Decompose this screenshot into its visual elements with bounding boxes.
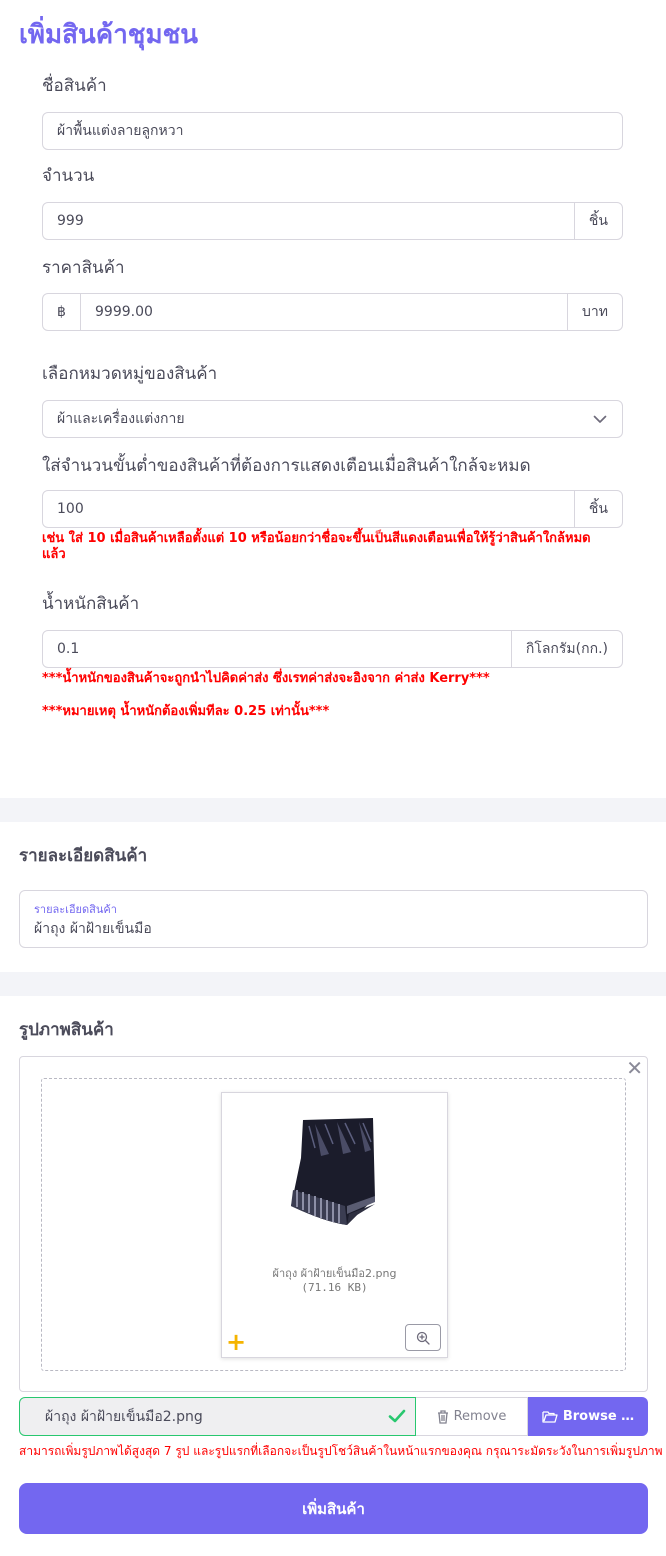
close-icon[interactable]: ✕ bbox=[626, 1057, 643, 1079]
plus-icon[interactable]: + bbox=[226, 1329, 246, 1355]
details-panel: รายละเอียดสินค้า รายละเอียดสินค้า ผ้าถุง… bbox=[0, 822, 666, 972]
check-icon bbox=[388, 1409, 406, 1423]
min-stock-input[interactable]: 100 ชิ้น bbox=[42, 490, 623, 528]
images-section-title: รูปภาพสินค้า bbox=[19, 1020, 114, 1040]
selected-file-field[interactable]: ผ้าถุง ผ้าฝ้ายเข็นมือ2.png bbox=[19, 1397, 416, 1436]
zoom-in-icon[interactable] bbox=[405, 1324, 441, 1351]
product-name-value: ผ้าพื้นแต่งลายลูกหวา bbox=[57, 123, 184, 139]
min-stock-label: ใส่จำนวนขั้นต่ำของสินค้าที่ต้องการแสดงเต… bbox=[42, 456, 531, 476]
remove-button[interactable]: Remove bbox=[416, 1397, 528, 1436]
browse-label: Browse … bbox=[562, 1409, 635, 1424]
price-value: 9999.00 bbox=[95, 304, 153, 320]
remove-label: Remove bbox=[453, 1409, 507, 1424]
add-product-label: เพิ่มสินค้า bbox=[302, 1499, 365, 1518]
min-stock-hint-line2: แล้ว bbox=[42, 547, 66, 562]
preview-filesize: (71.16 KB) bbox=[301, 1281, 368, 1294]
weight-label: น้ำหนักสินค้า bbox=[42, 594, 140, 614]
add-product-button[interactable]: เพิ่มสินค้า bbox=[19, 1483, 648, 1534]
chevron-down-icon bbox=[578, 401, 622, 437]
file-input-row: ผ้าถุง ผ้าฝ้ายเข็นมือ2.png Remove Browse… bbox=[19, 1397, 648, 1436]
quantity-label: จำนวน bbox=[42, 166, 95, 186]
image-dropzone[interactable]: ✕ ผ้าถุง ผ้าฝ้ายเข็นมือ2.png (71.16 KB) … bbox=[19, 1056, 648, 1392]
category-selected: ผ้าและเครื่องแต่งกาย bbox=[57, 411, 185, 427]
weight-note-2: ***หมายเหตุ น้ำหนักต้องเพิ่มทีละ 0.25 เท… bbox=[42, 704, 330, 719]
details-section-title: รายละเอียดสินค้า bbox=[19, 846, 148, 866]
price-input[interactable]: ฿ 9999.00 บาท bbox=[42, 293, 623, 331]
quantity-unit: ชิ้น bbox=[573, 203, 622, 239]
product-name-input[interactable]: ผ้าพื้นแต่งลายลูกหวา bbox=[42, 112, 623, 150]
quantity-input[interactable]: 999 ชิ้น bbox=[42, 202, 623, 240]
browse-button[interactable]: Browse … bbox=[528, 1397, 648, 1436]
min-stock-value: 100 bbox=[57, 501, 84, 517]
category-label: เลือกหมวดหมู่ของสินค้า bbox=[42, 364, 218, 384]
preview-filename: ผ้าถุง ผ้าฝ้ายเข็นมือ2.png bbox=[272, 1267, 397, 1280]
product-name-label: ชื่อสินค้า bbox=[42, 76, 107, 96]
quantity-value: 999 bbox=[57, 213, 84, 229]
details-input[interactable]: รายละเอียดสินค้า ผ้าถุง ผ้าฝ้ายเข็นมือ bbox=[19, 890, 648, 948]
details-field-label: รายละเอียดสินค้า bbox=[34, 903, 117, 916]
image-upload-note: สามารถเพิ่มรูปภาพได้สูงสุด 7 รูป และรูปแ… bbox=[19, 1444, 663, 1458]
details-value: ผ้าถุง ผ้าฝ้ายเข็นมือ bbox=[34, 921, 152, 937]
page-title: เพิ่มสินค้าชุมชน bbox=[19, 20, 199, 50]
weight-value: 0.1 bbox=[57, 641, 80, 657]
weight-note-1: ***น้ำหนักของสินค้าจะถูกนำไปคิดค่าส่ง ซึ… bbox=[42, 671, 490, 686]
dropzone-area[interactable]: ผ้าถุง ผ้าฝ้ายเข็นมือ2.png (71.16 KB) + bbox=[41, 1078, 626, 1371]
folder-open-icon bbox=[542, 1411, 558, 1423]
image-preview-card: ผ้าถุง ผ้าฝ้ายเข็นมือ2.png (71.16 KB) + bbox=[221, 1092, 448, 1358]
product-form-panel: เพิ่มสินค้าชุมชน ชื่อสินค้า ผ้าพื้นแต่งล… bbox=[0, 0, 666, 798]
selected-file-name: ผ้าถุง ผ้าฝ้ายเข็นมือ2.png bbox=[45, 1408, 203, 1425]
min-stock-unit: ชิ้น bbox=[573, 491, 622, 527]
baht-symbol: ฿ bbox=[43, 294, 81, 330]
price-label: ราคาสินค้า bbox=[42, 258, 125, 278]
product-image bbox=[291, 1118, 375, 1225]
category-select[interactable]: ผ้าและเครื่องแต่งกาย bbox=[42, 400, 623, 438]
weight-unit: กิโลกรัม(กก.) bbox=[510, 631, 622, 667]
price-unit: บาท bbox=[567, 294, 622, 330]
images-panel: รูปภาพสินค้า ✕ ผ้าถุง ผ้าฝ้ายเข็นมือ2.pn… bbox=[0, 996, 666, 1556]
weight-input[interactable]: 0.1 กิโลกรัม(กก.) bbox=[42, 630, 623, 668]
min-stock-hint-line1: เช่น ใส่ 10 เมื่อสินค้าเหลือตั้งแต่ 10 ห… bbox=[42, 531, 591, 546]
trash-icon bbox=[437, 1409, 448, 1424]
